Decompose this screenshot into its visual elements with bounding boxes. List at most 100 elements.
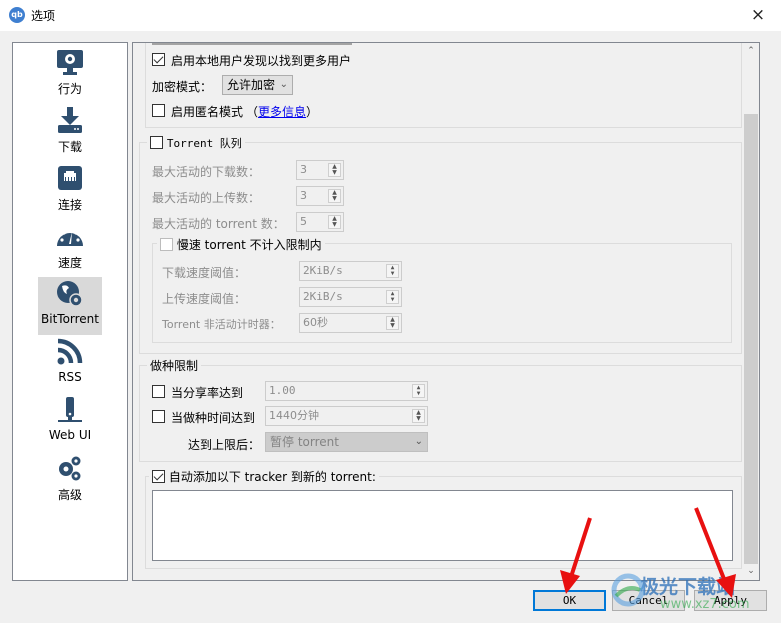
- ratio-limit-value: 1.00: [269, 384, 296, 397]
- spin-arrows-icon[interactable]: ▲ ▼: [386, 264, 399, 278]
- spin-arrows-icon[interactable]: ▲ ▼: [328, 163, 341, 177]
- spin-arrows-icon[interactable]: ▲ ▼: [328, 215, 341, 229]
- local-peer-discovery-checkbox[interactable]: [152, 53, 165, 66]
- spin-arrows-icon[interactable]: ▲ ▼: [412, 384, 425, 398]
- anonymous-mode-checkbox[interactable]: [152, 104, 165, 117]
- ratio-limit-label: 当分享率达到: [171, 386, 244, 400]
- watermark-logo-icon: [611, 573, 645, 607]
- more-info-paren: （更多信息）: [246, 103, 318, 120]
- gears-icon: [59, 456, 81, 481]
- ul-threshold-value: 2KiB/s: [303, 290, 343, 303]
- ratio-limit-checkbox[interactable]: [152, 385, 165, 398]
- paren-close: ）: [306, 105, 319, 119]
- inactive-timer-value: 60秒: [303, 316, 328, 329]
- app-logo-icon: qb: [9, 7, 25, 23]
- more-info-link[interactable]: 更多信息: [258, 105, 306, 119]
- dl-threshold-value: 2KiB/s: [303, 264, 343, 277]
- sidebar-item-label: Web UI: [48, 428, 92, 442]
- slow-torrents-title: 慢速 torrent 不计入限制内: [176, 238, 322, 252]
- rss-icon: [57, 338, 83, 365]
- encryption-mode-label: 加密模式：: [152, 80, 213, 94]
- inactive-timer-label: Torrent 非活动计时器：: [162, 318, 281, 331]
- sidebar-item-rss[interactable]: RSS: [38, 335, 102, 393]
- max-torrents-label: 最大活动的 torrent 数：: [152, 217, 285, 231]
- scroll-down-icon[interactable]: ⌄: [743, 563, 759, 580]
- limit-action-value: 暂停 torrent: [270, 435, 339, 449]
- max-uploads-spinbox[interactable]: 3 ▲ ▼: [296, 186, 344, 206]
- chevron-down-icon: ⌄: [414, 436, 423, 447]
- dl-threshold-spinbox[interactable]: 2KiB/s ▲ ▼: [299, 261, 402, 281]
- slow-torrents-legend: 慢速 torrent 不计入限制内: [157, 236, 325, 253]
- ratio-limit-spinbox[interactable]: 1.00 ▲ ▼: [265, 381, 428, 401]
- download-icon: [58, 107, 82, 133]
- monitor-gear-icon: [57, 50, 83, 75]
- sidebar-item-label: 行为: [57, 82, 82, 96]
- sidebar: 行为 下载 连接 速度 BitTorrent RSS Web UI 高级: [12, 42, 128, 581]
- anonymous-mode-label: 启用匿名模式: [171, 105, 244, 119]
- encryption-mode-select[interactable]: 允许加密 ⌄: [222, 75, 293, 95]
- max-torrents-spinbox[interactable]: 5 ▲ ▼: [296, 212, 344, 232]
- paren-open: （: [246, 105, 259, 119]
- spin-arrows-icon[interactable]: ▲ ▼: [328, 189, 341, 203]
- encryption-mode-value: 允许加密: [227, 78, 276, 92]
- spin-arrows-icon[interactable]: ▲ ▼: [386, 316, 399, 330]
- max-uploads-label: 最大活动的上传数：: [152, 191, 261, 205]
- sidebar-item-label: RSS: [58, 370, 82, 384]
- seeding-time-label: 当做种时间达到: [171, 411, 256, 425]
- seeding-time-value: 1440分钟: [269, 409, 319, 422]
- sidebar-item-downloads[interactable]: 下载: [38, 103, 102, 161]
- seeding-limits-title: 做种限制: [147, 357, 202, 374]
- network-port-icon: [58, 166, 82, 190]
- scroll-thumb[interactable]: [744, 114, 758, 564]
- close-button[interactable]: ×: [735, 0, 781, 31]
- dl-threshold-label: 下载速度阈值：: [162, 266, 247, 280]
- seeding-time-spinbox[interactable]: 1440分钟 ▲ ▼: [265, 406, 428, 426]
- sidebar-item-connection[interactable]: 连接: [38, 161, 102, 219]
- title-bar: qb 选项 ×: [0, 0, 781, 31]
- ok-button[interactable]: OK: [533, 590, 606, 611]
- max-downloads-value: 3: [300, 163, 307, 176]
- spin-arrows-icon[interactable]: ▲ ▼: [386, 290, 399, 304]
- ul-threshold-spinbox[interactable]: 2KiB/s ▲ ▼: [299, 287, 402, 307]
- torrent-queue-checkbox[interactable]: [150, 136, 163, 149]
- max-uploads-value: 3: [300, 189, 307, 202]
- limit-action-label: 达到上限后：: [188, 438, 261, 452]
- speedometer-icon: [57, 227, 83, 246]
- web-ui-icon: [58, 397, 82, 422]
- globe-gear-icon: [57, 281, 83, 307]
- torrent-queue-legend: Torrent 队列: [147, 135, 245, 151]
- auto-add-trackers-checkbox[interactable]: [152, 470, 165, 483]
- watermark-url: www.xz7.com: [660, 597, 750, 612]
- inactive-timer-spinbox[interactable]: 60秒 ▲ ▼: [299, 313, 402, 333]
- ul-threshold-label: 上传速度阈值：: [162, 292, 247, 306]
- seeding-time-checkbox[interactable]: [152, 410, 165, 423]
- max-downloads-label: 最大活动的下载数：: [152, 165, 261, 179]
- sidebar-item-advanced[interactable]: 高级: [38, 451, 102, 509]
- scroll-up-icon[interactable]: ⌃: [743, 43, 759, 60]
- max-torrents-value: 5: [300, 215, 307, 228]
- sidebar-item-label: BitTorrent: [41, 312, 99, 326]
- sidebar-item-behavior[interactable]: 行为: [38, 45, 102, 103]
- trackers-legend: 自动添加以下 tracker 到新的 torrent:: [149, 468, 379, 485]
- sidebar-item-label: 速度: [57, 256, 82, 270]
- window-title: 选项: [31, 9, 56, 23]
- sidebar-item-webui[interactable]: Web UI: [38, 393, 102, 451]
- sidebar-item-bittorrent[interactable]: BitTorrent: [38, 277, 102, 335]
- chevron-down-icon: ⌄: [279, 79, 288, 90]
- max-downloads-spinbox[interactable]: 3 ▲ ▼: [296, 160, 344, 180]
- settings-panel: 启用本地用户发现以找到更多用户 加密模式： 允许加密 ⌄ 启用匿名模式 （更多信…: [132, 42, 760, 581]
- sidebar-item-label: 下载: [57, 140, 82, 154]
- sidebar-item-label: 高级: [57, 488, 82, 502]
- clipped-row: [152, 43, 352, 45]
- local-peer-discovery-label: 启用本地用户发现以找到更多用户: [171, 54, 352, 68]
- slow-torrents-checkbox[interactable]: [160, 238, 173, 251]
- trackers-textarea[interactable]: [152, 490, 733, 561]
- torrent-queue-title: Torrent 队列: [166, 137, 242, 150]
- sidebar-item-label: 连接: [57, 198, 82, 212]
- limit-action-select[interactable]: 暂停 torrent ⌄: [265, 432, 428, 452]
- auto-add-trackers-label: 自动添加以下 tracker 到新的 torrent:: [168, 470, 376, 484]
- vertical-scrollbar[interactable]: ⌃ ⌄: [743, 42, 760, 581]
- sidebar-item-speed[interactable]: 速度: [38, 219, 102, 277]
- spin-arrows-icon[interactable]: ▲ ▼: [412, 409, 425, 423]
- watermark-text: 极光下载站: [640, 576, 736, 598]
